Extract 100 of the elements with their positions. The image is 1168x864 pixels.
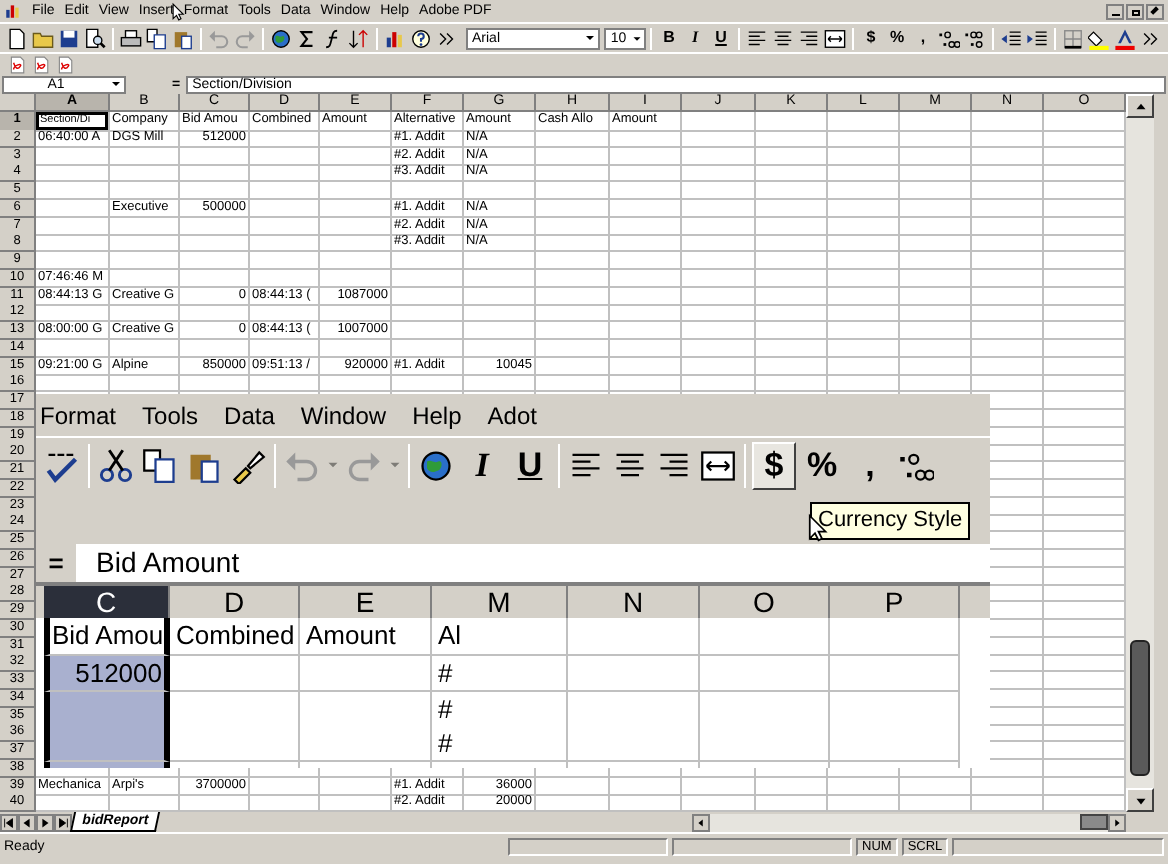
decrease-indent-icon[interactable]	[1000, 27, 1022, 49]
merge-cells-icon[interactable]	[700, 447, 736, 483]
print-preview-icon[interactable]	[84, 27, 106, 49]
sort-icon[interactable]	[348, 27, 370, 49]
table-cell	[250, 794, 320, 813]
table-cell	[320, 339, 392, 358]
table-cell	[972, 339, 1044, 358]
table-cell	[536, 304, 610, 323]
column-header[interactable]: C	[44, 586, 170, 618]
table-cell	[756, 777, 828, 795]
pdf-icon[interactable]	[32, 55, 50, 73]
select-all-corner[interactable]	[0, 94, 36, 112]
table-cell	[110, 252, 180, 270]
globe-icon[interactable]	[270, 27, 292, 49]
fill-color-icon[interactable]	[1088, 27, 1110, 49]
italic-button[interactable]: I	[460, 441, 504, 489]
horizontal-scrollbar[interactable]	[692, 813, 1126, 831]
pdf-icon[interactable]	[8, 55, 26, 73]
table-cell	[320, 164, 392, 183]
scrollbar-thumb[interactable]	[1080, 814, 1108, 830]
previous-sheet-icon[interactable]	[18, 813, 36, 831]
table-cell	[110, 304, 180, 323]
scrollbar-thumb[interactable]	[1130, 640, 1150, 776]
underline-button[interactable]: U	[708, 25, 734, 51]
chevrons-icon[interactable]	[1140, 27, 1162, 49]
table-cell	[392, 269, 464, 288]
comma-style-button[interactable]: ,	[910, 25, 936, 51]
sigma-icon[interactable]	[296, 27, 318, 49]
table-cell	[110, 217, 180, 235]
help-icon[interactable]	[410, 27, 432, 49]
printer-icon[interactable]	[120, 27, 142, 49]
menu-item[interactable]: Help	[412, 403, 462, 427]
caret-icon[interactable]	[630, 31, 644, 45]
underline-button[interactable]: U	[508, 441, 552, 489]
menu-item[interactable]: Data	[224, 403, 275, 427]
decrease-decimal-icon[interactable]	[964, 27, 986, 49]
table-cell	[756, 304, 828, 323]
merge-cells-icon[interactable]	[824, 27, 846, 49]
align-left-icon[interactable]	[746, 27, 768, 49]
font-color-icon[interactable]	[1114, 27, 1136, 49]
first-sheet-icon[interactable]	[0, 813, 18, 831]
copy-icon[interactable]	[146, 27, 168, 49]
table-cell	[610, 374, 682, 393]
table-cell	[536, 217, 610, 235]
table-cell	[36, 217, 110, 235]
currency-style-button[interactable]: $	[858, 25, 884, 51]
restore-button[interactable]	[1126, 3, 1144, 19]
vertical-scrollbar[interactable]	[1126, 94, 1154, 812]
align-right-icon[interactable]	[798, 27, 820, 49]
menu-item[interactable]: Format	[40, 403, 117, 427]
table-cell	[536, 164, 610, 183]
table-cell	[828, 147, 900, 165]
table-cell	[36, 164, 110, 183]
table-cell	[682, 199, 756, 218]
menu-item[interactable]: Adot	[487, 403, 537, 427]
copy-icon[interactable]	[142, 447, 178, 483]
table-cell	[250, 304, 320, 323]
table-cell	[250, 252, 320, 270]
pdf-icon[interactable]	[56, 55, 74, 73]
chevrons-icon[interactable]	[436, 27, 458, 49]
menu-item[interactable]: Tools	[142, 403, 199, 427]
next-sheet-icon[interactable]	[36, 813, 54, 831]
percent-style-button[interactable]: %	[800, 441, 844, 489]
percent-style-button[interactable]: %	[884, 25, 910, 51]
bold-button[interactable]: B	[656, 25, 682, 51]
increase-indent-icon[interactable]	[1026, 27, 1048, 49]
menu-item[interactable]: Window	[300, 403, 387, 427]
borders-icon[interactable]	[1062, 27, 1084, 49]
paintbrush-icon[interactable]	[230, 447, 266, 483]
globe-icon[interactable]	[418, 447, 454, 483]
table-cell	[320, 304, 392, 323]
minimize-button[interactable]	[1106, 3, 1124, 19]
table-cell	[972, 234, 1044, 253]
table-cell	[180, 234, 250, 253]
paste-icon[interactable]	[172, 27, 194, 49]
scissors-icon[interactable]	[98, 447, 134, 483]
table-cell	[900, 374, 972, 393]
folder-icon[interactable]	[32, 27, 54, 49]
italic-button[interactable]: I	[682, 25, 708, 51]
formula-field[interactable]: Bid Amount	[76, 544, 990, 582]
chart-icon[interactable]	[4, 2, 22, 20]
align-center-icon[interactable]	[772, 27, 794, 49]
table-cell	[972, 199, 1044, 218]
table-cell	[972, 794, 1044, 813]
table-cell	[900, 164, 972, 183]
table-cell	[828, 252, 900, 270]
close-button[interactable]	[1146, 3, 1164, 19]
table-cell	[392, 374, 464, 393]
table-cell	[250, 777, 320, 795]
table-cell	[180, 182, 250, 200]
new-page-icon[interactable]	[6, 27, 28, 49]
table-cell	[392, 287, 464, 305]
currency-style-button[interactable]: $	[752, 441, 796, 489]
table-cell	[320, 234, 392, 253]
comma-style-button[interactable]: ,	[848, 441, 892, 489]
chart-icon[interactable]	[384, 27, 406, 49]
caret-icon[interactable]	[582, 30, 599, 46]
table-cell	[900, 287, 972, 305]
table-cell	[180, 147, 250, 165]
increase-decimal-icon[interactable]	[938, 27, 960, 49]
